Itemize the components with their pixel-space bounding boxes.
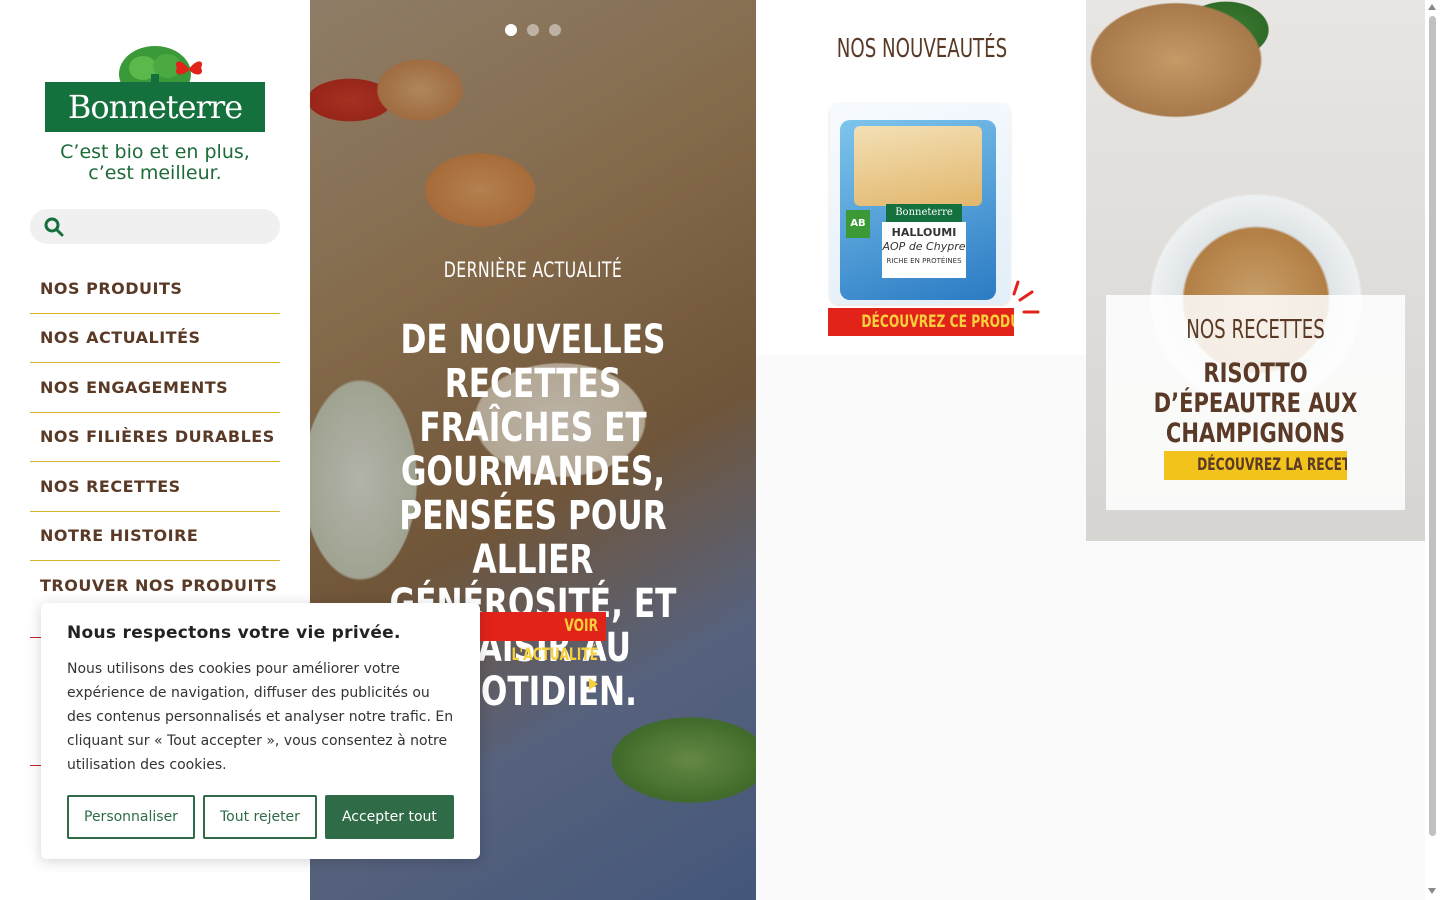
product-pack: AB Bonneterre HALLOUMI AOP de Chypre RIC… xyxy=(840,120,996,300)
butterfly-icon xyxy=(175,61,203,75)
cookie-consent-dialog: Nous respectons votre vie privée. Nous u… xyxy=(41,603,480,859)
recipe-kicker: NOS RECETTES xyxy=(1186,315,1325,345)
brand-tagline: C’est bio et en plus, c’est meilleur. xyxy=(45,142,265,184)
product-sub: AOP de Chypre xyxy=(882,240,966,253)
tagline-line-2: c’est meilleur. xyxy=(88,162,222,184)
nav-item-engagements[interactable]: NOS ENGAGEMENTS xyxy=(30,363,280,413)
tagline-line-1: C’est bio et en plus, xyxy=(60,141,250,163)
hero-kicker: DERNIÈRE ACTUALITÉ xyxy=(443,258,623,282)
product-label: HALLOUMI AOP de Chypre RICHE EN PROTÉINE… xyxy=(882,222,966,278)
carousel-dots xyxy=(505,24,561,36)
accept-all-button[interactable]: Accepter tout xyxy=(324,795,454,839)
new-products-title: NOS NOUVEAUTÉS xyxy=(836,34,1008,64)
cookie-title: Nous respectons votre vie privée. xyxy=(67,623,401,643)
burst-icon xyxy=(1012,280,1040,314)
product-brand: Bonneterre xyxy=(886,204,962,222)
cookie-actions: Personnaliser Tout rejeter Accepter tout xyxy=(67,795,454,839)
discover-recipe-button[interactable]: DÉCOUVREZ LA RECETTE xyxy=(1164,451,1347,480)
product-name: HALLOUMI xyxy=(891,226,957,239)
brand-name: Bonneterre xyxy=(45,82,265,132)
product-food-visual xyxy=(854,126,982,206)
brand-logo[interactable]: Bonneterre C’est bio et en plus, c’est m… xyxy=(45,44,265,194)
page-scrollbar[interactable] xyxy=(1425,0,1440,900)
reject-all-button[interactable]: Tout rejeter xyxy=(202,795,317,839)
cookie-body: Nous utilisons des cookies pour améliore… xyxy=(67,661,454,773)
panel-background xyxy=(756,355,1086,900)
nav-item-produits[interactable]: NOS PRODUITS xyxy=(30,264,280,314)
product-image[interactable]: AB Bonneterre HALLOUMI AOP de Chypre RIC… xyxy=(830,104,1010,304)
hero-cta-button[interactable]: VOIR L'ACTUALITÉ xyxy=(460,612,606,690)
product-note: RICHE EN PROTÉINES xyxy=(886,257,962,265)
carousel-dot-1[interactable] xyxy=(505,24,517,36)
carousel-dot-3[interactable] xyxy=(549,24,561,36)
nav-item-actualites[interactable]: NOS ACTUALITÉS xyxy=(30,314,280,363)
nav-item-recettes[interactable]: NOS RECETTES xyxy=(30,462,280,512)
play-arrow-icon xyxy=(589,678,598,690)
scroll-down-arrow-icon[interactable] xyxy=(1428,888,1436,894)
discover-product-button[interactable]: DÉCOUVREZ CE PRODUIT xyxy=(828,308,1014,336)
search-icon[interactable] xyxy=(44,217,64,237)
search-input[interactable] xyxy=(74,214,264,239)
nav-item-histoire[interactable]: NOTRE HISTOIRE xyxy=(30,512,280,561)
bio-badge: AB xyxy=(846,210,870,238)
recipe-card: NOS RECETTES RISOTTO D’ÉPEAUTRE AUX CHAM… xyxy=(1106,295,1405,510)
search-box[interactable] xyxy=(30,209,280,244)
carousel-dot-2[interactable] xyxy=(527,24,539,36)
recipe-title: RISOTTO D’ÉPEAUTRE AUX CHAMPIGNONS xyxy=(1153,358,1358,449)
customize-button[interactable]: Personnaliser xyxy=(67,795,195,839)
scroll-up-arrow-icon[interactable] xyxy=(1428,4,1436,10)
discover-recipe-label: DÉCOUVREZ LA RECETTE xyxy=(1197,455,1347,475)
nav-item-filieres[interactable]: NOS FILIÈRES DURABLES xyxy=(30,413,280,462)
panel-background xyxy=(1086,541,1425,900)
scroll-thumb[interactable] xyxy=(1429,16,1436,836)
new-products-panel: NOS NOUVEAUTÉS AB Bonneterre HALLOUMI AO… xyxy=(762,0,1082,355)
main-nav: NOS PRODUITS NOS ACTUALITÉS NOS ENGAGEME… xyxy=(30,264,280,611)
discover-product-label: DÉCOUVREZ CE PRODUIT xyxy=(861,312,1014,332)
hero-cta-label: VOIR L'ACTUALITÉ xyxy=(511,616,598,665)
